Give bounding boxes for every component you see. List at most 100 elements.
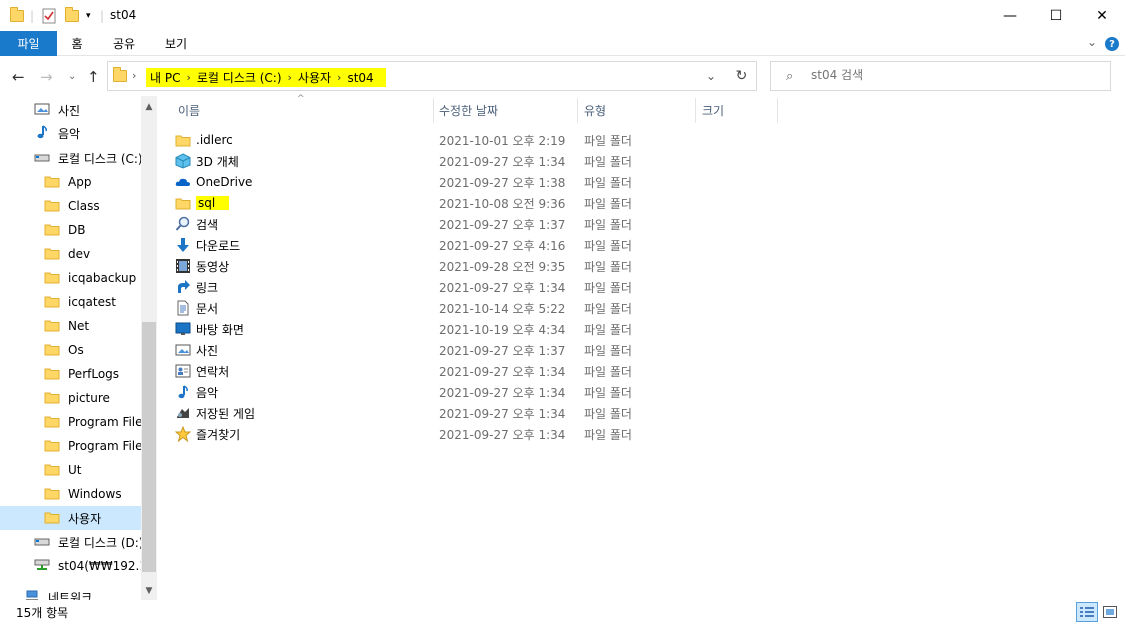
sidebar-item-label: 사진 — [58, 103, 81, 118]
file-row[interactable]: 즐겨찾기 2021-09-27 오후 1:34 파일 폴더 — [175, 423, 775, 444]
documents-icon — [175, 300, 191, 316]
details-view-button[interactable] — [1076, 602, 1098, 622]
sidebar-item[interactable]: 로컬 디스크 (C:) — [0, 146, 141, 170]
file-type: 파일 폴더 — [584, 406, 632, 421]
sidebar-item[interactable]: Os — [0, 338, 141, 362]
file-row[interactable]: 연락처 2021-09-27 오후 1:34 파일 폴더 — [175, 360, 775, 381]
sidebar-item-label: Program Files — [68, 439, 141, 453]
expand-ribbon-icon[interactable]: ⌄ — [1087, 35, 1097, 49]
file-row[interactable]: OneDrive 2021-09-27 오후 1:38 파일 폴더 — [175, 171, 775, 192]
file-row[interactable]: 음악 2021-09-27 오후 1:34 파일 폴더 — [175, 381, 775, 402]
scroll-down-icon[interactable]: ▼ — [141, 582, 157, 599]
column-header-size[interactable]: 크기 — [696, 98, 778, 123]
minimize-button[interactable]: — — [987, 0, 1033, 31]
tab-file[interactable]: 파일 — [0, 31, 57, 56]
tab-view[interactable]: 보기 — [155, 31, 197, 56]
file-modified: 2021-09-27 오후 1:34 — [439, 280, 566, 295]
sidebar-item[interactable]: App — [0, 170, 141, 194]
file-type: 파일 폴더 — [584, 427, 632, 442]
sidebar-item[interactable]: PerfLogs — [0, 362, 141, 386]
recent-locations-icon[interactable]: ⌄ — [68, 71, 76, 82]
up-button[interactable]: ↑ — [87, 68, 100, 86]
saved-games-icon — [175, 405, 191, 421]
sidebar-item-label: Windows — [68, 487, 122, 501]
file-row[interactable]: sql 2021-10-08 오전 9:36 파일 폴더 — [175, 192, 775, 213]
file-type: 파일 폴더 — [584, 322, 632, 337]
sidebar-item[interactable]: Ut — [0, 458, 141, 482]
tab-share[interactable]: 공유 — [103, 31, 145, 56]
file-row[interactable]: 3D 개체 2021-09-27 오후 1:34 파일 폴더 — [175, 150, 775, 171]
sidebar-item[interactable]: DB — [0, 218, 141, 242]
file-row[interactable]: .idlerc 2021-10-01 오후 2:19 파일 폴더 — [175, 129, 775, 150]
navigation-bar: ← → ⌄ ↑ › 내 PC › 로컬 디스크 (C:) › 사용자 › st0… — [0, 56, 1125, 96]
large-icons-view-icon — [1103, 606, 1117, 618]
refresh-button[interactable]: ↻ — [727, 61, 757, 91]
column-header-type[interactable]: 유형 — [578, 98, 696, 123]
file-modified: 2021-09-27 오후 1:34 — [439, 427, 566, 442]
maximize-button[interactable]: ☐ — [1033, 0, 1079, 31]
sidebar-item[interactable]: picture — [0, 386, 141, 410]
large-icons-view-button[interactable] — [1099, 602, 1121, 622]
sidebar-item[interactable]: 로컬 디스크 (D:) — [0, 530, 141, 554]
file-row[interactable]: 사진 2021-09-27 오후 1:37 파일 폴더 — [175, 339, 775, 360]
chevron-right-icon[interactable]: › — [132, 69, 136, 82]
breadcrumb-users[interactable]: 사용자 — [298, 69, 331, 86]
search-input[interactable] — [811, 68, 1101, 82]
sidebar-item[interactable]: icqabackup — [0, 266, 141, 290]
sidebar-item[interactable]: 사용자 — [0, 506, 141, 530]
folder-icon — [10, 7, 24, 25]
sidebar-item-label: 음악 — [58, 126, 81, 141]
folder-icon — [44, 486, 60, 503]
chevron-right-icon[interactable]: › — [186, 71, 190, 84]
breadcrumb-local-disk-c[interactable]: 로컬 디스크 (C:) — [197, 69, 282, 86]
file-row[interactable]: 저장된 게임 2021-09-27 오후 1:34 파일 폴더 — [175, 402, 775, 423]
file-name: sql — [196, 196, 230, 210]
breadcrumb-st04[interactable]: st04 — [347, 71, 373, 85]
sidebar-item[interactable]: Class — [0, 194, 141, 218]
file-modified: 2021-09-27 오후 1:37 — [439, 217, 566, 232]
sidebar-item[interactable]: 네트워크 — [0, 585, 141, 600]
sidebar-item[interactable]: 음악 — [0, 121, 141, 145]
file-row[interactable]: 문서 2021-10-14 오후 5:22 파일 폴더 — [175, 297, 775, 318]
music-icon — [175, 384, 191, 400]
customize-toolbar-icon[interactable]: ▾ — [86, 7, 91, 25]
sidebar-item[interactable]: st04(₩₩192.168 — [0, 554, 141, 578]
search-box[interactable]: ⌕ — [770, 61, 1111, 91]
sidebar-item[interactable]: 사진 — [0, 98, 141, 122]
properties-icon[interactable] — [42, 7, 56, 25]
title-bar: | ▾ | st04 — ☐ ✕ — [0, 0, 1125, 31]
sidebar-item[interactable]: Program Files — [0, 434, 141, 458]
navigation-pane: 사진음악로컬 디스크 (C:) App Class DB dev icqabackup ic… — [0, 96, 157, 600]
column-header-modified[interactable]: 수정한 날짜 — [433, 98, 578, 123]
address-bar[interactable]: › 내 PC › 로컬 디스크 (C:) › 사용자 › st04 ⌄ — [107, 61, 757, 91]
chevron-right-icon[interactable]: › — [337, 71, 341, 84]
scroll-up-icon[interactable]: ▲ — [141, 98, 157, 115]
sidebar-item[interactable]: Net — [0, 314, 141, 338]
file-row[interactable]: 다운로드 2021-09-27 오후 4:16 파일 폴더 — [175, 234, 775, 255]
back-button[interactable]: ← — [12, 68, 25, 86]
sidebar-item[interactable]: Windows — [0, 482, 141, 506]
chevron-right-icon[interactable]: › — [288, 71, 292, 84]
close-button[interactable]: ✕ — [1079, 0, 1125, 31]
file-row[interactable]: 바탕 화면 2021-10-19 오후 4:34 파일 폴더 — [175, 318, 775, 339]
file-row[interactable]: 동영상 2021-09-28 오전 9:35 파일 폴더 — [175, 255, 775, 276]
sidebar-item[interactable]: icqatest — [0, 290, 141, 314]
file-name-cell: 사진 — [175, 341, 218, 359]
scrollbar-thumb[interactable] — [142, 322, 156, 572]
file-modified: 2021-09-27 오후 1:34 — [439, 385, 566, 400]
column-header-name[interactable]: 이름 — [172, 98, 434, 123]
file-row[interactable]: 링크 2021-09-27 오후 1:34 파일 폴더 — [175, 276, 775, 297]
breadcrumb-my-pc[interactable]: 내 PC — [150, 69, 180, 86]
chevron-down-icon[interactable]: ⌄ — [706, 69, 716, 83]
tab-home[interactable]: 홈 — [60, 31, 94, 56]
new-folder-icon[interactable] — [65, 7, 79, 25]
help-icon[interactable]: ? — [1105, 37, 1119, 51]
sidebar-scrollbar[interactable]: ▲ ▼ — [141, 96, 157, 600]
sidebar-item[interactable]: Program Files — [0, 410, 141, 434]
forward-button[interactable]: → — [40, 68, 53, 86]
sidebar-item[interactable]: dev — [0, 242, 141, 266]
file-name: 저장된 게임 — [196, 406, 256, 421]
sidebar-item-label: 로컬 디스크 (D:) — [58, 535, 141, 550]
file-row[interactable]: 검색 2021-09-27 오후 1:37 파일 폴더 — [175, 213, 775, 234]
file-name: 즐겨찾기 — [196, 427, 241, 442]
